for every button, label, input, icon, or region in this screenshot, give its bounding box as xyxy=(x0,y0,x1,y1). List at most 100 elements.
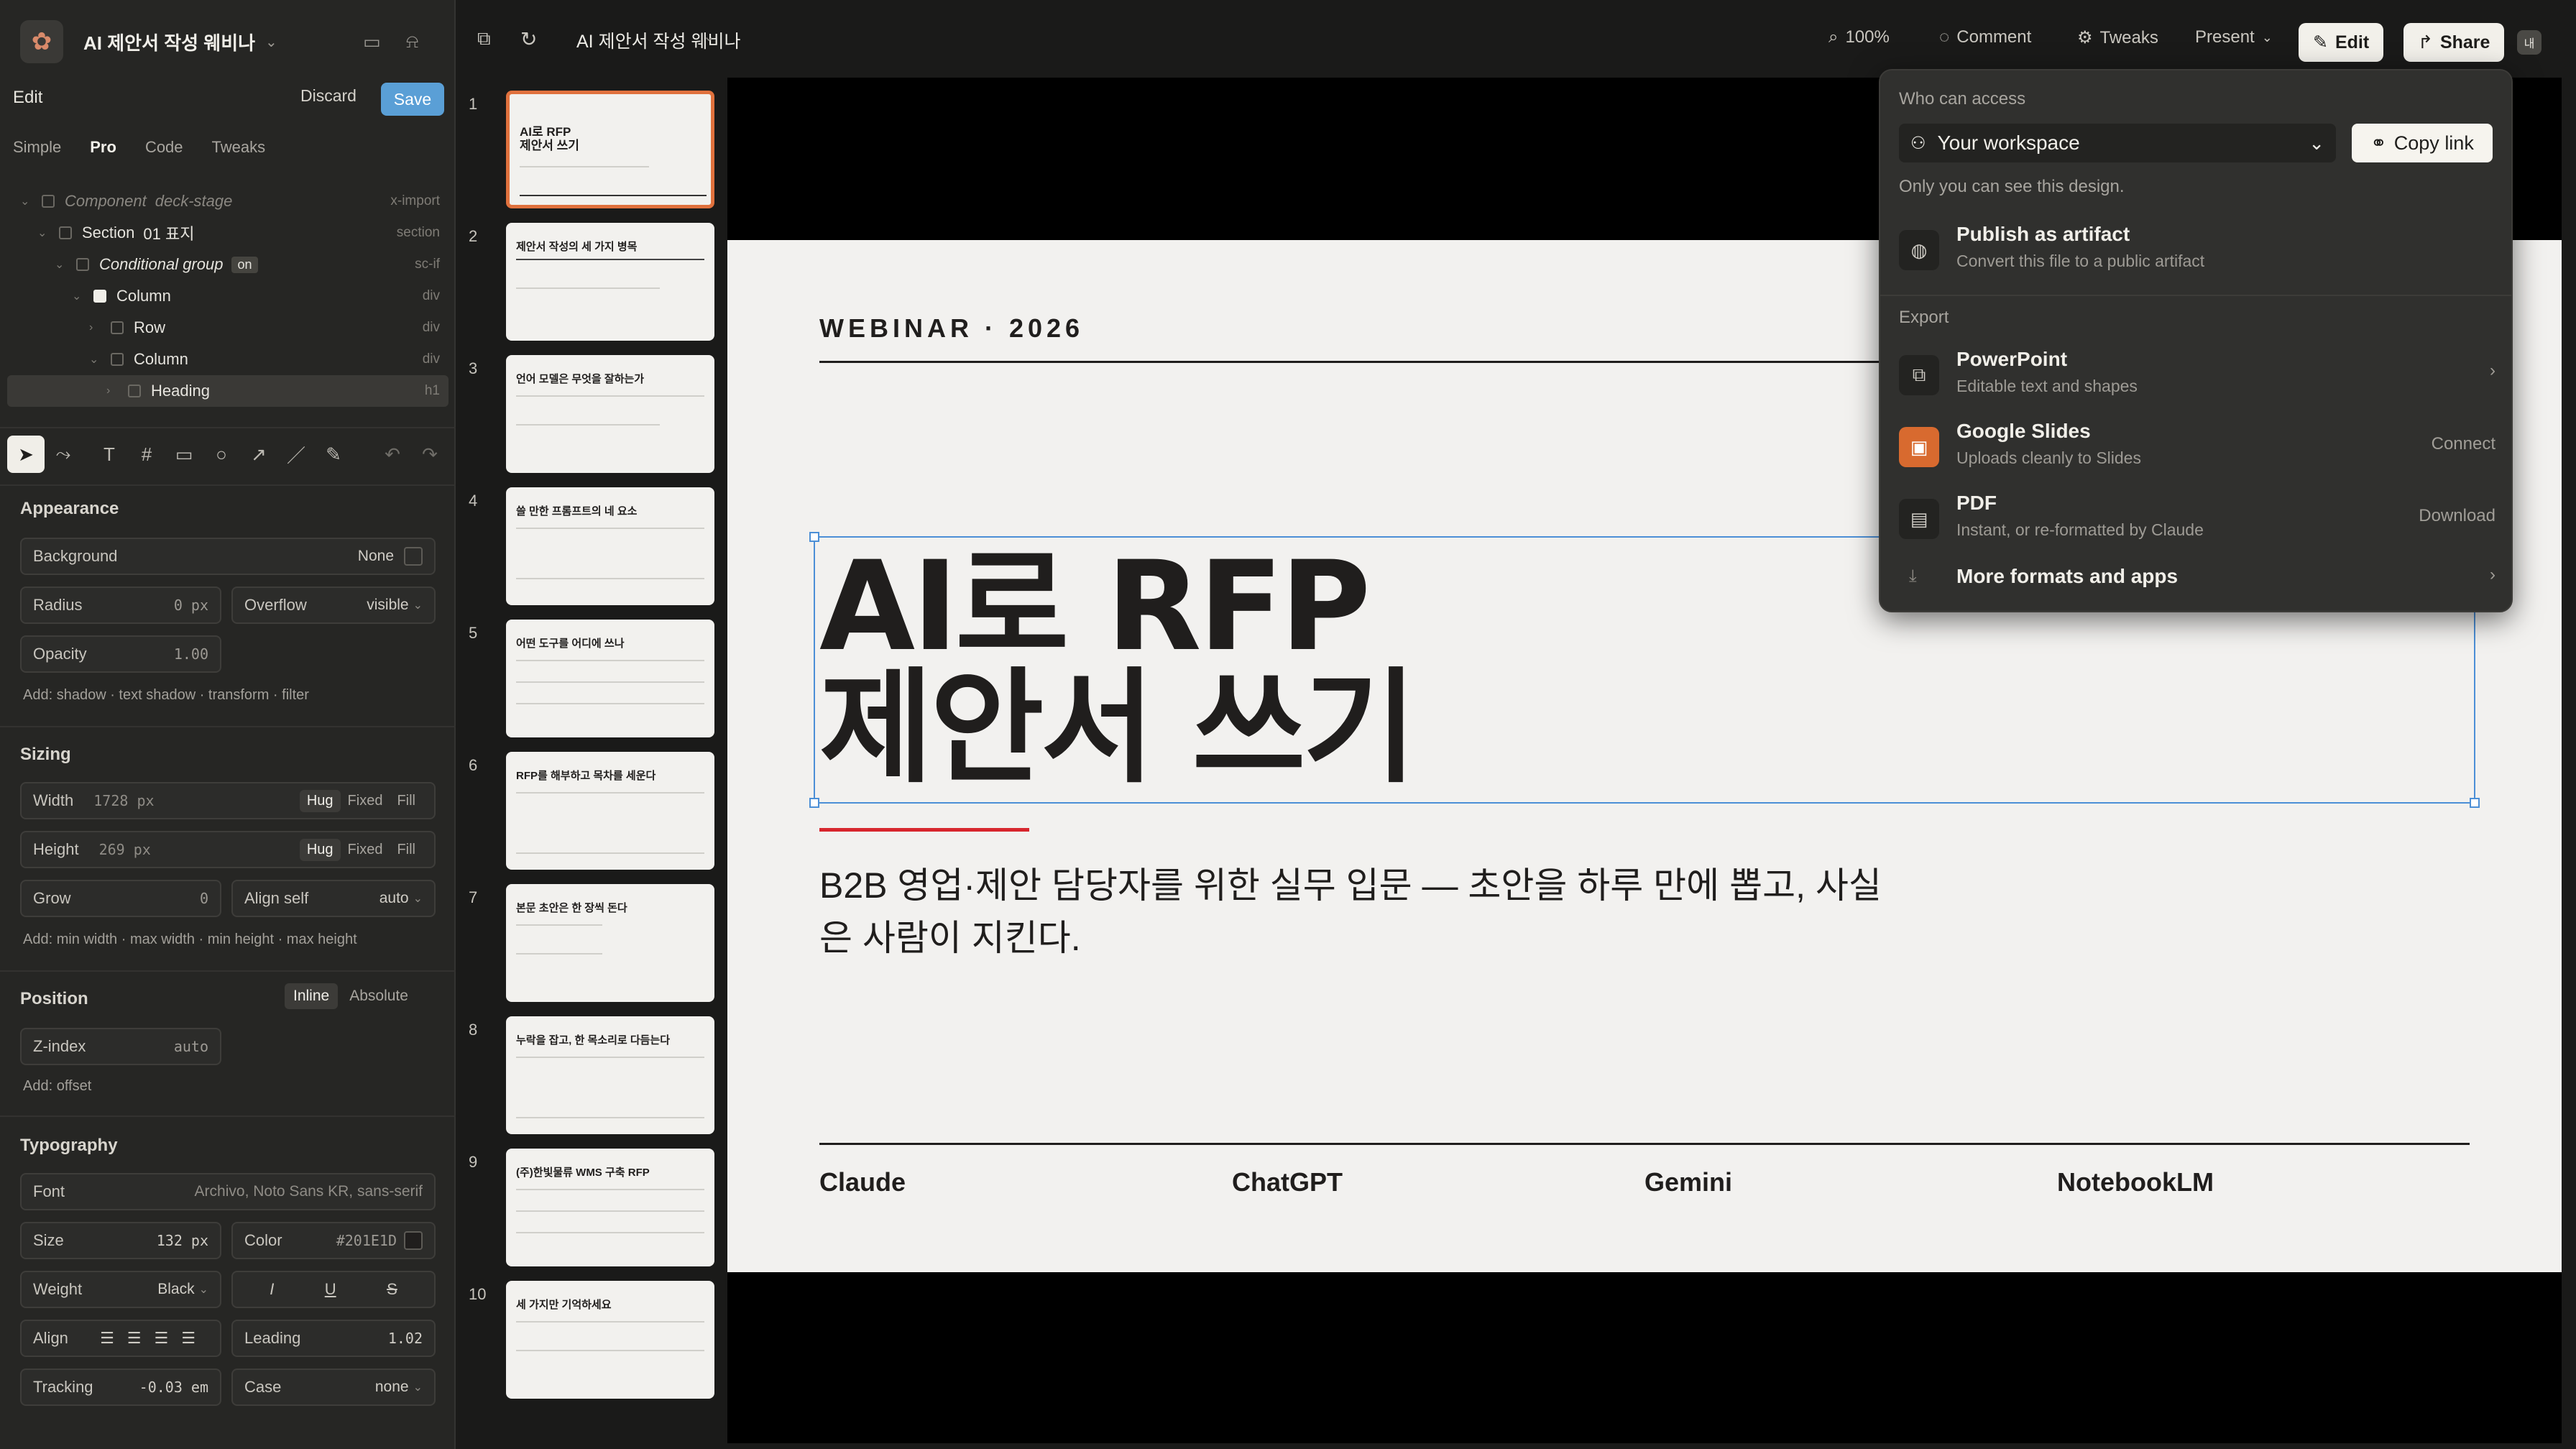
leading-field[interactable]: Leading 1.02 xyxy=(231,1320,436,1357)
connect-action[interactable]: Connect xyxy=(2432,434,2496,454)
slide-thumb-5[interactable]: 어떤 도구를 어디에 쓰나 xyxy=(506,620,714,737)
align-left-icon[interactable]: ☰ xyxy=(100,1329,127,1347)
chevron-down-icon[interactable]: ⌄ xyxy=(703,27,715,45)
chevron-down-icon[interactable]: ⌄ xyxy=(55,257,69,272)
tree-row-component[interactable]: ⌄ Component deck-stage x-import xyxy=(0,185,456,217)
sidebar-toggle-icon[interactable]: ▭ xyxy=(363,31,381,53)
align-right-icon[interactable]: ☰ xyxy=(155,1329,182,1347)
tab-simple[interactable]: Simple xyxy=(13,138,61,157)
avatar[interactable]: 내 xyxy=(2517,30,2542,55)
height-field[interactable]: Height 269 px Hug Fixed Fill xyxy=(20,831,436,868)
slide-eyebrow[interactable]: WEBINAR · 2026 xyxy=(819,313,1084,344)
resize-handle[interactable] xyxy=(2470,798,2480,808)
redo-icon[interactable]: ↷ xyxy=(411,436,448,473)
size-field[interactable]: Size 132 px xyxy=(20,1222,221,1259)
chevron-down-icon[interactable]: ⌄ xyxy=(265,33,277,51)
palette-icon[interactable]: ✿ xyxy=(20,20,63,63)
discard-button[interactable]: Discard xyxy=(300,86,356,106)
brand-claude[interactable]: Claude xyxy=(819,1167,906,1197)
slide-thumb-4[interactable]: 쓸 만한 프롬프트의 네 요소 xyxy=(506,487,714,605)
tab-code[interactable]: Code xyxy=(145,138,183,157)
align-self-select[interactable]: Align self auto ⌄ xyxy=(231,880,436,917)
slide-thumb-3[interactable]: 언어 모델은 무엇을 잘하는가 xyxy=(506,355,714,473)
align-center-icon[interactable]: ☰ xyxy=(127,1329,155,1347)
chevron-right-icon[interactable]: › xyxy=(89,321,104,334)
slide-thumb-9[interactable]: (주)한빛물류 WMS 구축 RFP xyxy=(506,1149,714,1266)
access-select[interactable]: ⚇ Your workspace ⌄ xyxy=(1899,124,2336,162)
underline-button[interactable]: U xyxy=(325,1280,336,1299)
export-pdf[interactable]: ▤ PDF Instant, or re-formatted by Claude… xyxy=(1899,492,2496,546)
width-field[interactable]: Width 1728 px Hug Fixed Fill xyxy=(20,782,436,819)
copy-link-button[interactable]: ⚭ Copy link xyxy=(2352,124,2493,162)
ellipse-tool-icon[interactable]: ○ xyxy=(203,436,240,473)
chevron-down-icon[interactable]: ⌄ xyxy=(20,194,34,208)
pointer-icon[interactable]: ➤ xyxy=(7,436,45,473)
tree-row-conditional[interactable]: ⌄ Conditional group on sc-if xyxy=(0,249,456,280)
background-field[interactable]: Background None xyxy=(20,538,436,575)
font-field[interactable]: Font Archivo, Noto Sans KR, sans-serif xyxy=(20,1173,436,1210)
slide-heading[interactable]: AI로 RFP 제안서 쓰기 xyxy=(819,545,1417,789)
grow-field[interactable]: Grow 0 xyxy=(20,880,221,917)
tree-row-row[interactable]: › Row div xyxy=(0,312,456,344)
slide-thumb-10[interactable]: 세 가지만 기억하세요 xyxy=(506,1281,714,1399)
project-title[interactable]: AI 제안서 작성 웨비나 xyxy=(83,29,255,55)
tracking-field[interactable]: Tracking -0.03 em xyxy=(20,1368,221,1406)
zindex-field[interactable]: Z-index auto xyxy=(20,1028,221,1065)
rectangle-tool-icon[interactable]: ▭ xyxy=(165,436,203,473)
export-google-slides[interactable]: ▣ Google Slides Uploads cleanly to Slide… xyxy=(1899,420,2496,474)
opacity-field[interactable]: Opacity 1.00 xyxy=(20,635,221,673)
text-tool-icon[interactable]: T xyxy=(91,436,128,473)
slide-thumb-1[interactable]: AI로 RFP 제안서 쓰기 xyxy=(506,91,714,208)
resize-handle[interactable] xyxy=(809,798,819,808)
save-button[interactable]: Save xyxy=(381,83,444,116)
appearance-add-hint[interactable]: Add: shadow · text shadow · transform · … xyxy=(23,687,309,704)
pen-select-icon[interactable]: ⤳ xyxy=(45,436,82,473)
chevron-right-icon[interactable]: › xyxy=(106,385,121,397)
slide-thumb-2[interactable]: 제안서 작성의 세 가지 병목 xyxy=(506,223,714,341)
refresh-icon[interactable]: ↻ xyxy=(520,27,537,51)
italic-button[interactable]: I xyxy=(270,1280,274,1299)
zoom-control[interactable]: ⌕ 100% xyxy=(1828,27,1890,47)
radius-field[interactable]: Radius 0 px xyxy=(20,586,221,624)
tree-row-heading[interactable]: › Heading h1 xyxy=(7,375,448,407)
tree-row-column[interactable]: ⌄ Column div xyxy=(0,280,456,312)
arrow-tool-icon[interactable]: ↗ xyxy=(240,436,277,473)
slide-thumb-7[interactable]: 본문 초안은 한 장씩 돈다 xyxy=(506,884,714,1002)
chevron-down-icon[interactable]: ⌄ xyxy=(72,289,86,303)
brand-gemini[interactable]: Gemini xyxy=(1644,1167,1732,1197)
sizing-add-hint[interactable]: Add: min width · max width · min height … xyxy=(23,932,357,948)
pencil-tool-icon[interactable]: ✎ xyxy=(315,436,352,473)
slide-subtitle[interactable]: B2B 영업·제안 담당자를 위한 실무 입문 — 초안을 하루 만에 뽑고, … xyxy=(819,860,1898,964)
present-button[interactable]: Present ⌄ xyxy=(2195,27,2273,47)
overflow-select[interactable]: Overflow visible ⌄ xyxy=(231,586,436,624)
bell-icon[interactable]: ⍾ xyxy=(406,30,418,53)
tab-tweaks[interactable]: Tweaks xyxy=(212,138,266,157)
brand-chatgpt[interactable]: ChatGPT xyxy=(1232,1167,1343,1197)
publish-artifact-item[interactable]: ◍ Publish as artifact Convert this file … xyxy=(1899,223,2496,280)
color-swatch[interactable] xyxy=(404,1231,423,1250)
download-action[interactable]: Download xyxy=(2419,506,2496,526)
tree-row-column-2[interactable]: ⌄ Column div xyxy=(0,344,456,375)
slide-thumb-8[interactable]: 누락을 잡고, 한 목소리로 다듬는다 xyxy=(506,1016,714,1134)
strikethrough-button[interactable]: S xyxy=(387,1280,397,1299)
more-formats-item[interactable]: ⤓ More formats and apps › xyxy=(1899,564,2496,599)
line-tool-icon[interactable]: ／ xyxy=(277,436,315,473)
color-swatch[interactable] xyxy=(404,547,423,566)
align-justify-icon[interactable]: ☰ xyxy=(181,1329,208,1347)
color-field[interactable]: Color #201E1D xyxy=(231,1222,436,1259)
export-powerpoint[interactable]: ⧉ PowerPoint Editable text and shapes › xyxy=(1899,348,2496,402)
file-title[interactable]: AI 제안서 작성 웨비나 xyxy=(576,27,740,53)
share-button[interactable]: ↱ Share xyxy=(2404,23,2505,62)
chevron-down-icon[interactable]: ⌄ xyxy=(37,226,52,240)
comment-button[interactable]: ◌ Comment xyxy=(1939,27,2031,47)
undo-icon[interactable]: ↶ xyxy=(374,436,411,473)
grid-tool-icon[interactable]: # xyxy=(128,436,165,473)
position-add-hint[interactable]: Add: offset xyxy=(23,1078,91,1095)
layers-icon[interactable]: ⧉ xyxy=(477,27,491,50)
slide-thumb-6[interactable]: RFP를 해부하고 목차를 세운다 xyxy=(506,752,714,870)
chevron-down-icon[interactable]: ⌄ xyxy=(89,352,104,367)
resize-handle[interactable] xyxy=(809,532,819,542)
tree-row-section[interactable]: ⌄ Section 01 표지 section xyxy=(0,217,456,249)
edit-button[interactable]: ✎ Edit xyxy=(2299,23,2384,62)
weight-select[interactable]: Weight Black ⌄ xyxy=(20,1271,221,1308)
